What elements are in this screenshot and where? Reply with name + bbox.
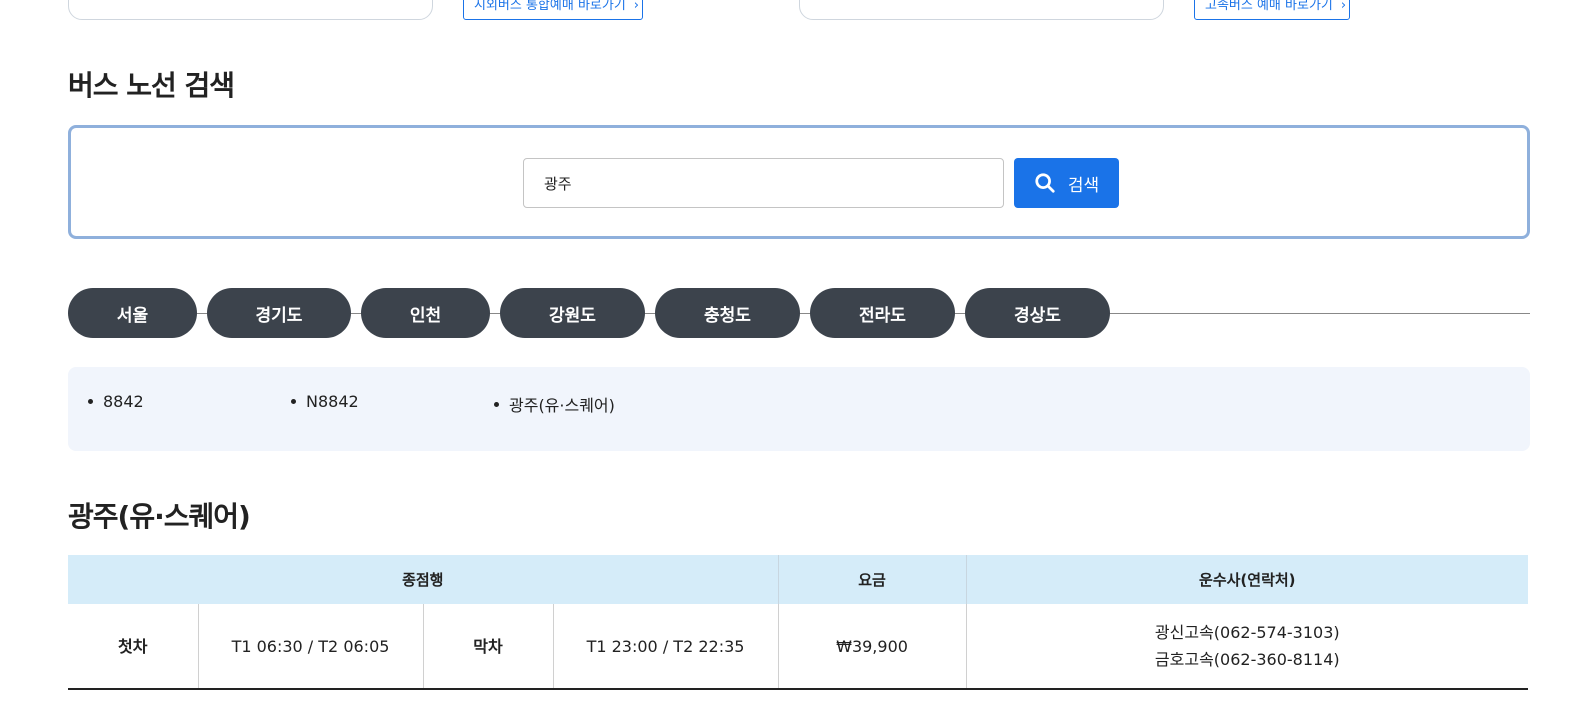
header-operator: 운수사(연락처) [966, 555, 1529, 604]
tab-incheon[interactable]: 인천 [361, 288, 490, 338]
last-bus-label: 막차 [423, 604, 554, 690]
chevron-right-icon: › [1340, 0, 1347, 13]
table-row: 첫차 T1 06:30 / T2 06:05 막차 T1 23:00 / T2 … [68, 604, 1529, 690]
route-label: 광주(유·스퀘어) [509, 396, 615, 415]
bullet-icon [88, 399, 93, 404]
bullet-icon [494, 401, 499, 407]
route-item-8842[interactable]: 8842 [88, 392, 144, 411]
intercity-booking-link[interactable]: 시외버스 통합예매 바로가기 › [463, 0, 643, 20]
operator-cell: 광신고속(062-574-3103) 금호고속(062-360-8114) [966, 604, 1529, 690]
header-fare: 요금 [778, 555, 967, 604]
route-detail-title: 광주(유·스퀘어) [68, 500, 251, 533]
tab-gyeonggi[interactable]: 경기도 [207, 288, 351, 338]
table-header-row: 종점행 요금 운수사(연락처) [68, 555, 1529, 604]
route-label: N8842 [306, 392, 359, 411]
search-section-title: 버스 노선 검색 [68, 69, 235, 102]
tab-gangwon[interactable]: 강원도 [500, 288, 645, 338]
route-item-gwangju[interactable]: 광주(유·스퀘어) [494, 392, 615, 416]
tab-gyeongsang[interactable]: 경상도 [965, 288, 1110, 338]
tab-chungcheong[interactable]: 충청도 [655, 288, 800, 338]
fare-value: ₩39,900 [778, 604, 967, 690]
header-terminus: 종점행 [68, 555, 779, 604]
first-bus-label: 첫차 [68, 604, 199, 690]
tab-seoul[interactable]: 서울 [68, 288, 197, 338]
search-button-label: 검색 [1067, 175, 1100, 196]
route-item-n8842[interactable]: N8842 [291, 392, 359, 411]
tab-jeolla[interactable]: 전라도 [810, 288, 955, 338]
search-button[interactable]: 검색 [1014, 158, 1119, 208]
operator-line: 광신고속(062-574-3103) [1154, 623, 1340, 642]
chevron-right-icon: › [633, 0, 639, 13]
express-booking-link[interactable]: 고속버스 예매 바로가기 › [1194, 0, 1350, 20]
search-icon [1035, 173, 1055, 193]
top-card-right [799, 0, 1164, 20]
express-booking-label: 고속버스 예매 바로가기 [1205, 0, 1333, 13]
operator-line: 금호고속(062-360-8114) [1154, 650, 1340, 669]
route-label: 8842 [103, 392, 144, 411]
route-info-table: 종점행 요금 운수사(연락처) 첫차 T1 06:30 / T2 06:05 막… [68, 555, 1529, 690]
route-list: 8842 N8842 광주(유·스퀘어) [68, 367, 1530, 451]
bullet-icon [291, 399, 296, 404]
last-bus-time: T1 23:00 / T2 22:35 [553, 604, 779, 690]
search-box: 검색 [68, 125, 1530, 239]
search-input[interactable] [523, 158, 1004, 208]
intercity-booking-label: 시외버스 통합예매 바로가기 [474, 0, 626, 13]
first-bus-time: T1 06:30 / T2 06:05 [198, 604, 424, 690]
top-card-left [68, 0, 433, 20]
